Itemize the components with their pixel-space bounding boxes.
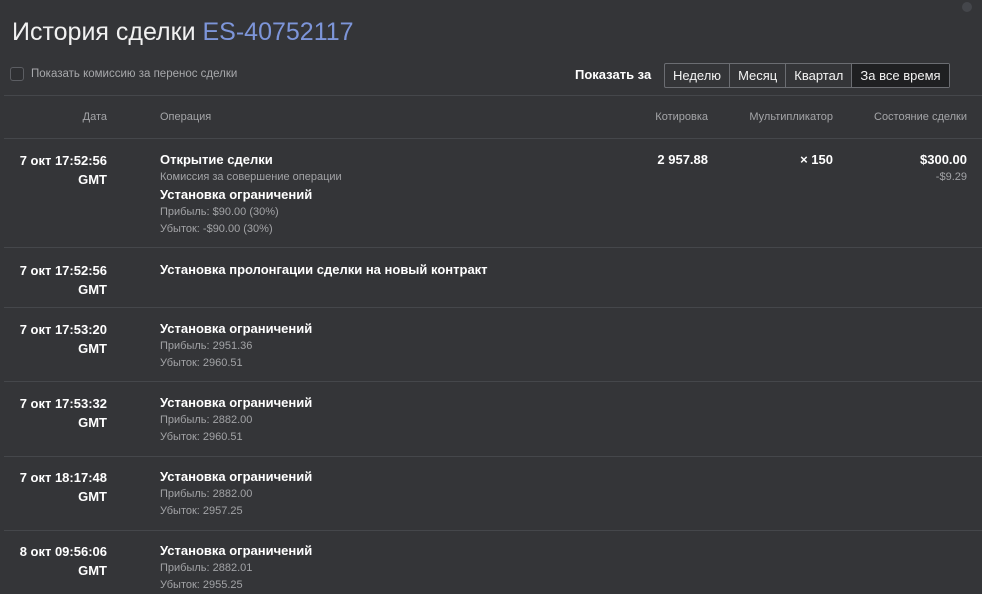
row-quote: 2 957.88: [657, 152, 708, 167]
row-date-time: 7 окт 17:52:56: [19, 263, 107, 278]
operation-detail: Убыток: 2960.51: [160, 357, 243, 369]
row-date-tz: GMT: [78, 415, 107, 430]
close-icon[interactable]: [962, 2, 972, 12]
divider: [4, 138, 982, 139]
operation-title: Установка ограничений: [160, 543, 313, 558]
row-date-tz: GMT: [78, 341, 107, 356]
row-divider: [4, 381, 982, 382]
row-date-tz: GMT: [78, 563, 107, 578]
row-date-time: 7 окт 17:53:32: [19, 396, 107, 411]
row-divider: [4, 530, 982, 531]
period-button-0[interactable]: Неделю: [665, 64, 729, 87]
operation-title: Открытие сделки: [160, 152, 273, 167]
period-button-3[interactable]: За все время: [851, 64, 949, 87]
row-date-tz: GMT: [78, 282, 107, 297]
row-date: 7 окт 17:52:56 GMT: [0, 151, 107, 189]
row-state: $300.00 -$9.29: [920, 151, 967, 186]
operation-title: Установка ограничений: [160, 321, 313, 336]
row-operations: Установка пролонгации сделки на новый ко…: [160, 261, 620, 279]
operation-detail: Прибыль: 2882.01: [160, 562, 253, 574]
row-operations: Установка ограничений Прибыль: 2882.00 Убы…: [160, 468, 620, 520]
row-date: 7 окт 17:53:32 GMT: [0, 394, 107, 432]
operation-detail: Убыток: -$90.00 (30%): [160, 223, 273, 235]
row-date-time: 7 окт 17:52:56: [19, 153, 107, 168]
column-header-operation: Операция: [160, 111, 212, 123]
commission-label: Показать комиссию за перенос сделки: [31, 68, 238, 80]
operation-title: Установка ограничений: [160, 395, 313, 410]
row-divider: [4, 307, 982, 308]
operation-title: Установка пролонгации сделки на новый ко…: [160, 262, 488, 277]
divider: [4, 95, 982, 96]
row-operations: Открытие сделки Комиссия за совершение оп…: [160, 151, 620, 238]
operation-title: Установка ограничений: [160, 187, 313, 202]
row-operations: Установка ограничений Прибыль: 2882.00 Убы…: [160, 394, 620, 446]
row-operations: Установка ограничений Прибыль: 2951.36 Убы…: [160, 320, 620, 372]
commission-checkbox[interactable]: [10, 67, 24, 81]
operation-detail: Прибыль: 2951.36: [160, 340, 253, 352]
period-button-2[interactable]: Квартал: [785, 64, 851, 87]
column-header-multiplier: Мультипликатор: [749, 111, 833, 123]
row-date-time: 7 окт 18:17:48: [19, 470, 107, 485]
row-divider: [4, 456, 982, 457]
operation-detail: Прибыль: 2882.00: [160, 414, 253, 426]
period-button-1[interactable]: Месяц: [729, 64, 785, 87]
row-multiplier: × 150: [800, 152, 833, 167]
row-date-time: 8 окт 09:56:06: [19, 544, 107, 559]
row-divider: [4, 247, 982, 248]
operation-detail: Убыток: 2960.51: [160, 431, 243, 443]
row-date-tz: GMT: [78, 172, 107, 187]
row-date: 8 окт 09:56:06 GMT: [0, 542, 107, 580]
period-selector: Неделю Месяц Квартал За все время: [664, 63, 950, 88]
state-fee: -$9.29: [935, 171, 967, 183]
operation-title: Установка ограничений: [160, 469, 313, 484]
column-header-quote: Котировка: [655, 111, 708, 123]
row-date: 7 окт 18:17:48 GMT: [0, 468, 107, 506]
row-date-tz: GMT: [78, 489, 107, 504]
deal-id: ES-40752117: [202, 18, 354, 46]
column-header-date: Дата: [82, 111, 107, 123]
row-date: 7 окт 17:52:56 GMT: [0, 261, 107, 299]
operation-detail: Убыток: 2957.25: [160, 505, 243, 517]
row-operations: Установка ограничений Прибыль: 2882.01 Убы…: [160, 542, 620, 594]
operation-detail: Убыток: 2955.25: [160, 579, 243, 591]
title-text: История сделки: [12, 18, 196, 46]
operation-detail: Комиссия за совершение операции: [160, 171, 342, 183]
page-title: История сделки ES-40752117: [12, 17, 354, 47]
state-amount: $300.00: [920, 152, 967, 167]
row-date-time: 7 окт 17:53:20: [19, 322, 107, 337]
operation-detail: Прибыль: $90.00 (30%): [160, 206, 279, 218]
commission-toggle[interactable]: Показать комиссию за перенос сделки: [10, 66, 237, 82]
row-date: 7 окт 17:53:20 GMT: [0, 320, 107, 358]
column-header-state: Состояние сделки: [874, 111, 967, 123]
operation-detail: Прибыль: 2882.00: [160, 488, 253, 500]
period-label: Показать за: [575, 67, 652, 82]
